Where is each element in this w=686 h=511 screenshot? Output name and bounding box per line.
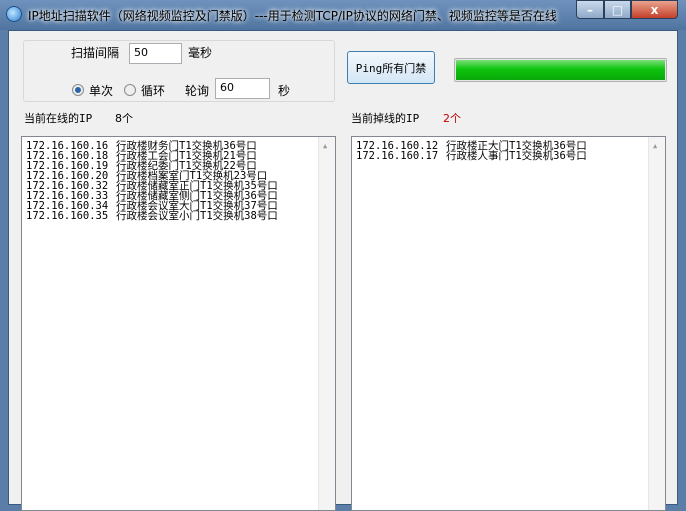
list-item[interactable]: 172.16.160.17 行政楼人事门T1交换机36号口 — [356, 150, 665, 162]
single-radio[interactable] — [72, 84, 84, 96]
list-item[interactable]: 172.16.160.35 行政楼会议室小门T1交换机38号口 — [26, 210, 335, 222]
poll-unit: 秒 — [278, 84, 291, 98]
maximize-button[interactable]: □ — [604, 0, 631, 19]
loop-label: 循环 — [141, 84, 166, 98]
offline-label: 当前掉线的IP — [351, 112, 420, 125]
poll-label: 轮询 — [185, 84, 210, 98]
close-button[interactable]: x — [631, 0, 678, 19]
poll-input[interactable]: 60 — [215, 78, 270, 99]
device-name: 行政楼人事门T1交换机36号口 — [446, 150, 587, 162]
online-scrollbar[interactable]: ▲ — [318, 137, 335, 510]
scroll-up-arrow-icon[interactable]: ▲ — [653, 141, 657, 151]
ping-all-button[interactable]: Ping所有门禁 — [347, 51, 435, 84]
ip-address: 172.16.160.17 — [356, 150, 439, 162]
title-bar: IP地址扫描软件（网络视频监控及门禁版）---用于检测TCP/IP协议的网络门禁… — [0, 0, 686, 30]
offline-scrollbar[interactable]: ▲ — [648, 137, 665, 510]
main-window: 扫描间隔 50 毫秒 单次 循环 轮询 60 秒 Ping所有门禁 当前在线的I… — [8, 30, 678, 511]
interval-input[interactable]: 50 — [129, 43, 182, 64]
scan-progress-bar — [454, 58, 667, 82]
ip-address: 172.16.160.35 — [26, 210, 109, 222]
scroll-up-arrow-icon[interactable]: ▲ — [323, 141, 327, 151]
online-ip-list[interactable]: 172.16.160.16 行政楼财务门T1交换机36号口 172.16.160.1… — [21, 136, 336, 511]
interval-label: 扫描间隔 — [71, 46, 120, 60]
loop-radio[interactable] — [124, 84, 136, 96]
interval-unit: 毫秒 — [188, 46, 213, 60]
app-magnifier-icon — [6, 6, 22, 22]
progress-fill — [456, 60, 665, 80]
window-title: IP地址扫描软件（网络视频监控及门禁版）---用于检测TCP/IP协议的网络门禁… — [28, 9, 557, 23]
offline-ip-list[interactable]: 172.16.160.12 行政楼正大门T1交换机36号口 172.16.160.1… — [351, 136, 666, 511]
single-label: 单次 — [89, 84, 114, 98]
offline-count: 2个 — [443, 112, 461, 125]
online-count: 8个 — [115, 112, 133, 125]
online-label: 当前在线的IP — [24, 112, 93, 125]
minimize-button[interactable]: – — [576, 0, 604, 19]
device-name: 行政楼会议室小门T1交换机38号口 — [116, 210, 278, 222]
